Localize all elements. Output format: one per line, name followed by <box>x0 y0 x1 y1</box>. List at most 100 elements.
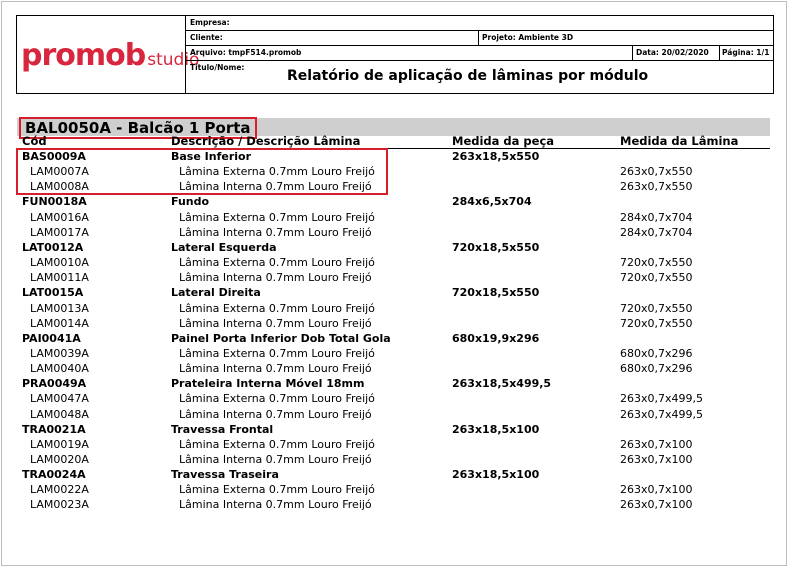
blade-row: LAM0022A Lâmina Externa 0.7mm Louro Freij… <box>0 482 790 497</box>
blade-size-cell: 263x0,7x550 <box>620 180 693 194</box>
part-row: TRA0024A Travessa Traseira 263x18,5x100 <box>0 467 790 482</box>
part-row: LAT0015A Lateral Direita 720x18,5x550 <box>0 285 790 300</box>
blade-size-cell: 263x0,7x100 <box>620 453 693 466</box>
code-cell: LAM0011A <box>30 271 89 285</box>
blade-size-cell: 720x0,7x550 <box>620 271 693 285</box>
description-cell: Lâmina Interna 0.7mm Louro Freijó <box>179 362 372 376</box>
code-cell: LAM0014A <box>30 316 89 330</box>
blade-row: LAM0017A Lâmina Interna 0.7mm Louro Freij… <box>0 225 790 240</box>
description-cell: Lâmina Externa 0.7mm Louro Freijó <box>179 483 375 497</box>
description-cell: Lâmina Externa 0.7mm Louro Freijó <box>179 210 375 224</box>
blade-row: LAM0040A Lâmina Interna 0.7mm Louro Freij… <box>0 361 790 376</box>
code-cell: LAM0019A <box>30 437 89 451</box>
blade-size-cell: 263x0,7x100 <box>620 437 693 451</box>
piece-size-cell: 263x18,5x100 <box>452 468 540 482</box>
code-cell: LAM0017A <box>30 225 89 239</box>
code-cell: FUN0018A <box>22 195 87 209</box>
blade-row: LAM0016A Lâmina Externa 0.7mm Louro Freij… <box>0 210 790 225</box>
description-cell: Lateral Direita <box>171 286 261 300</box>
blade-size-cell: 263x0,7x499,5 <box>620 392 703 406</box>
code-cell: LAM0040A <box>30 362 89 376</box>
blade-size-cell: 720x0,7x550 <box>620 316 693 330</box>
code-cell: PAI0041A <box>22 331 81 345</box>
code-cell: LAT0015A <box>22 286 84 300</box>
piece-size-cell: 720x18,5x550 <box>452 286 540 300</box>
cliente-row: Cliente: Projeto: Ambiente 3D <box>186 31 773 46</box>
empresa-label: Empresa: <box>190 18 230 27</box>
description-cell: Lâmina Externa 0.7mm Louro Freijó <box>179 256 375 270</box>
blade-size-cell: 263x0,7x499,5 <box>620 407 703 421</box>
description-cell: Lâmina Externa 0.7mm Louro Freijó <box>179 301 375 315</box>
code-cell: PRA0049A <box>22 377 87 391</box>
code-cell: LAM0020A <box>30 453 89 466</box>
code-cell: LAM0023A <box>30 498 89 512</box>
blade-row: LAM0014A Lâmina Interna 0.7mm Louro Freij… <box>0 316 790 331</box>
blade-size-cell: 263x0,7x550 <box>620 165 693 179</box>
highlight-box <box>16 148 388 195</box>
code-cell: LAM0016A <box>30 210 89 224</box>
description-cell: Lâmina Interna 0.7mm Louro Freijó <box>179 453 372 466</box>
blade-row: LAM0010A Lâmina Externa 0.7mm Louro Freij… <box>0 255 790 270</box>
piece-size-cell: 680x19,9x296 <box>452 331 540 345</box>
description-cell: Lâmina Interna 0.7mm Louro Freijó <box>179 271 372 285</box>
piece-size-cell: 263x18,5x550 <box>452 150 540 163</box>
blade-row: LAM0048A Lâmina Interna 0.7mm Louro Freij… <box>0 407 790 422</box>
description-cell: Lâmina Interna 0.7mm Louro Freijó <box>179 225 372 239</box>
part-row: PRA0049A Prateleira Interna Móvel 18mm 263… <box>0 376 790 391</box>
arquivo-row: Arquivo: tmpF514.promob Data: 20/02/2020… <box>186 46 773 61</box>
titulo-label: Título/Nome: <box>190 63 245 72</box>
code-cell: LAM0047A <box>30 392 89 406</box>
promob-logo: promob studio <box>21 38 199 73</box>
blade-size-cell: 680x0,7x296 <box>620 346 693 360</box>
blade-size-cell: 284x0,7x704 <box>620 225 693 239</box>
description-cell: Painel Porta Inferior Dob Total Gola <box>171 331 391 345</box>
blade-row: LAM0011A Lâmina Interna 0.7mm Louro Freij… <box>0 270 790 285</box>
cliente-label: Cliente: <box>190 33 223 42</box>
report-header: promob studio Empresa: Cliente: Projeto: … <box>16 15 774 94</box>
pagina-label: Página: 1/1 <box>722 48 770 57</box>
logo-cell: promob studio <box>17 16 199 93</box>
logo-main-text: promob <box>21 38 146 73</box>
code-cell: LAM0010A <box>30 256 89 270</box>
part-row: PAI0041A Painel Porta Inferior Dob Total … <box>0 331 790 346</box>
description-cell: Lâmina Interna 0.7mm Louro Freijó <box>179 407 372 421</box>
col-header-cod: Cód <box>22 134 47 148</box>
empresa-row: Empresa: <box>186 16 773 31</box>
code-cell: LAM0022A <box>30 483 89 497</box>
arquivo-label: Arquivo: tmpF514.promob <box>190 48 302 57</box>
code-cell: LAM0039A <box>30 346 89 360</box>
piece-size-cell: 284x6,5x704 <box>452 195 532 209</box>
code-cell: TRA0021A <box>22 422 86 436</box>
col-header-descricao: Descrição / Descrição Lâmina <box>171 134 361 148</box>
blade-row: LAM0020A Lâmina Interna 0.7mm Louro Freij… <box>0 452 790 467</box>
piece-size-cell: 263x18,5x100 <box>452 422 540 436</box>
description-cell: Travessa Frontal <box>171 422 274 436</box>
blade-size-cell: 284x0,7x704 <box>620 210 693 224</box>
blade-row: LAM0019A Lâmina Externa 0.7mm Louro Freij… <box>0 437 790 452</box>
blade-size-cell: 680x0,7x296 <box>620 362 693 376</box>
description-cell: Prateleira Interna Móvel 18mm <box>171 377 365 391</box>
description-cell: Fundo <box>171 195 210 209</box>
piece-size-cell: 720x18,5x550 <box>452 240 540 254</box>
report-title: Relatório de aplicação de lâminas por mó… <box>287 68 649 84</box>
description-cell: Lâmina Interna 0.7mm Louro Freijó <box>179 316 372 330</box>
part-row: FUN0018A Fundo 284x6,5x704 <box>0 194 790 209</box>
col-header-medida-peca: Medida da peça <box>452 134 555 148</box>
blade-size-cell: 720x0,7x550 <box>620 256 693 270</box>
description-cell: Lâmina Externa 0.7mm Louro Freijó <box>179 437 375 451</box>
description-cell: Lâmina Interna 0.7mm Louro Freijó <box>179 498 372 512</box>
code-cell: TRA0024A <box>22 468 86 482</box>
blade-size-cell: 720x0,7x550 <box>620 301 693 315</box>
blade-row: LAM0047A Lâmina Externa 0.7mm Louro Freij… <box>0 391 790 406</box>
piece-size-cell: 263x18,5x499,5 <box>452 377 552 391</box>
description-cell: Lateral Esquerda <box>171 240 277 254</box>
blade-row: LAM0039A Lâmina Externa 0.7mm Louro Freij… <box>0 346 790 361</box>
code-cell: LAM0013A <box>30 301 89 315</box>
code-cell: LAM0048A <box>30 407 89 421</box>
blade-size-cell: 263x0,7x100 <box>620 483 693 497</box>
data-label: Data: 20/02/2020 <box>636 48 709 57</box>
col-header-medida-lamina: Medida da Lâmina <box>620 134 739 148</box>
description-cell: Lâmina Externa 0.7mm Louro Freijó <box>179 346 375 360</box>
projeto-label: Projeto: Ambiente 3D <box>482 33 574 42</box>
code-cell: LAT0012A <box>22 240 84 254</box>
